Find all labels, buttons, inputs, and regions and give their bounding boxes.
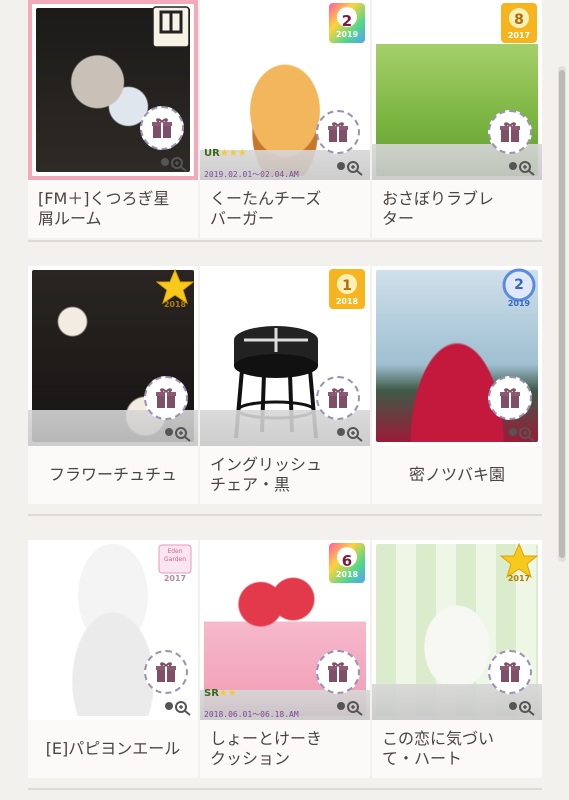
magnify-icon[interactable] (506, 426, 536, 442)
magnify-icon[interactable] (334, 426, 364, 442)
gift-icon (500, 662, 520, 682)
date-range: 2019.02.01～02.04.AM (204, 170, 299, 179)
item-name[interactable]: 密ノツバキ園 (372, 446, 542, 504)
row-divider (28, 240, 542, 242)
item-name-line: バーガー (210, 209, 275, 228)
item-card[interactable]: 1 2018 イングリッシュ チェア・黒 (200, 266, 370, 506)
rarity-label: UR★★★ (204, 148, 247, 159)
item-name-line: フラワーチュチュ (48, 465, 177, 484)
badge-year: 2018 (335, 570, 359, 579)
item-name-line: しょーとけーき (210, 729, 323, 748)
item-name-line: クッション (210, 749, 291, 768)
badge-number: 8 (514, 12, 524, 28)
gift-icon (500, 388, 520, 408)
item-thumbnail[interactable]: 2 2019 (372, 266, 542, 446)
grid-row: Eden Garden 2017 [E]パピヨンエール 6 2018 SR★★ … (28, 540, 542, 780)
badge-number: 6 (341, 552, 353, 570)
gift-button[interactable] (140, 106, 184, 150)
gift-icon (328, 122, 348, 142)
gift-button[interactable] (144, 650, 188, 694)
gift-icon (152, 118, 172, 138)
item-name-line: チェア・黒 (210, 475, 291, 494)
item-thumbnail[interactable]: 2017 (372, 540, 542, 720)
item-thumbnail[interactable]: 2 2019 UR★★★ 2019.02.01～02.04.AM (200, 0, 370, 180)
gift-button[interactable] (316, 376, 360, 420)
item-name-line: くーたんチーズ (210, 189, 322, 208)
badge-year: 2019 (507, 299, 531, 308)
item-thumbnail[interactable]: Eden Garden 2017 (28, 540, 198, 720)
item-card[interactable]: 8 2017 おさぼりラブレ ター (372, 0, 542, 240)
magnify-icon[interactable] (162, 426, 192, 442)
gift-button[interactable] (316, 110, 360, 154)
gift-button[interactable] (488, 110, 532, 154)
row-divider (28, 514, 542, 516)
badge-year: 2018 (163, 300, 187, 309)
item-name-line: 屑ルーム (38, 209, 102, 228)
gift-icon (156, 388, 176, 408)
rarity-label: SR★★ (204, 688, 237, 699)
item-name[interactable]: くーたんチーズ バーガー (200, 180, 370, 238)
item-card[interactable]: 2 2019 UR★★★ 2019.02.01～02.04.AM くーたんチーズ… (200, 0, 370, 240)
item-card[interactable]: 2 2019 密ノツバキ園 (372, 266, 542, 506)
magnify-icon[interactable] (162, 700, 192, 716)
rarity-text: SR (204, 688, 219, 699)
item-thumbnail[interactable]: 2018 (28, 266, 198, 446)
scrollbar[interactable] (558, 66, 566, 562)
magnify-icon[interactable] (334, 160, 364, 176)
badge-year: 2017 (507, 574, 531, 583)
badge-year: 2019 (335, 30, 359, 39)
rarity-text: UR (204, 148, 220, 159)
item-name[interactable]: しょーとけーき クッション (200, 720, 370, 778)
gift-icon (328, 388, 348, 408)
item-name-line: ター (382, 209, 415, 228)
item-name[interactable]: フラワーチュチュ (28, 446, 198, 504)
item-thumbnail[interactable]: 1 2018 (200, 266, 370, 446)
magnify-icon[interactable] (506, 700, 536, 716)
item-name-line: おさぼりラブレ (382, 189, 495, 208)
item-thumbnail[interactable] (28, 0, 198, 180)
badge-number: 2 (514, 277, 524, 293)
item-name-line: [FM＋]くつろぎ星 (38, 189, 170, 208)
item-name[interactable]: [FM＋]くつろぎ星 屑ルーム (28, 180, 198, 238)
item-name-line: イングリッシュ (210, 455, 323, 474)
scrollbar-thumb[interactable] (559, 70, 565, 558)
gift-button[interactable] (316, 650, 360, 694)
badge-year: 2017 (163, 574, 187, 583)
item-name-line: 密ノツバキ園 (408, 465, 505, 484)
item-name[interactable]: イングリッシュ チェア・黒 (200, 446, 370, 504)
gift-icon (156, 662, 176, 682)
lucky-bag-icon (152, 6, 190, 48)
gift-icon (328, 662, 348, 682)
magnify-icon[interactable] (158, 156, 188, 172)
badge-label: Eden Garden (164, 548, 186, 563)
gift-button[interactable] (488, 650, 532, 694)
item-thumbnail[interactable]: 8 2017 (372, 0, 542, 180)
row-divider (28, 788, 542, 790)
grid-row: 2018 フラワーチュチュ 1 2018 イングリッシュ チェア・黒 2 201… (28, 266, 542, 506)
badge-number: 1 (342, 278, 352, 294)
gift-button[interactable] (488, 376, 532, 420)
item-name-line: [E]パピヨンエール (45, 739, 181, 758)
magnify-icon[interactable] (506, 160, 536, 176)
item-card[interactable]: 2018 フラワーチュチュ (28, 266, 198, 506)
magnify-icon[interactable] (334, 700, 364, 716)
item-name-line: この恋に気づい (382, 729, 495, 748)
badge-year: 2017 (507, 31, 531, 40)
item-card[interactable]: 2017 この恋に気づい て・ハート (372, 540, 542, 780)
badge-number: 2 (341, 12, 353, 30)
grid-row: [FM＋]くつろぎ星 屑ルーム 2 2019 UR★★★ 2019.02.01～0… (28, 0, 542, 240)
badge-year: 2018 (335, 297, 359, 306)
item-card[interactable]: 6 2018 SR★★ 2018.06.01～06.18.AM しょーとけーきク… (200, 540, 370, 780)
item-thumbnail[interactable]: 6 2018 SR★★ 2018.06.01～06.18.AM (200, 540, 370, 720)
item-card[interactable]: Eden Garden 2017 [E]パピヨンエール (28, 540, 198, 780)
item-name[interactable]: この恋に気づい て・ハート (372, 720, 542, 778)
date-range: 2018.06.01～06.18.AM (204, 710, 299, 719)
item-card[interactable]: [FM＋]くつろぎ星 屑ルーム (28, 0, 198, 240)
item-name[interactable]: [E]パピヨンエール (28, 720, 198, 778)
item-name-line: て・ハート (382, 749, 463, 768)
item-name[interactable]: おさぼりラブレ ター (372, 180, 542, 238)
gift-icon (500, 122, 520, 142)
gift-button[interactable] (144, 376, 188, 420)
